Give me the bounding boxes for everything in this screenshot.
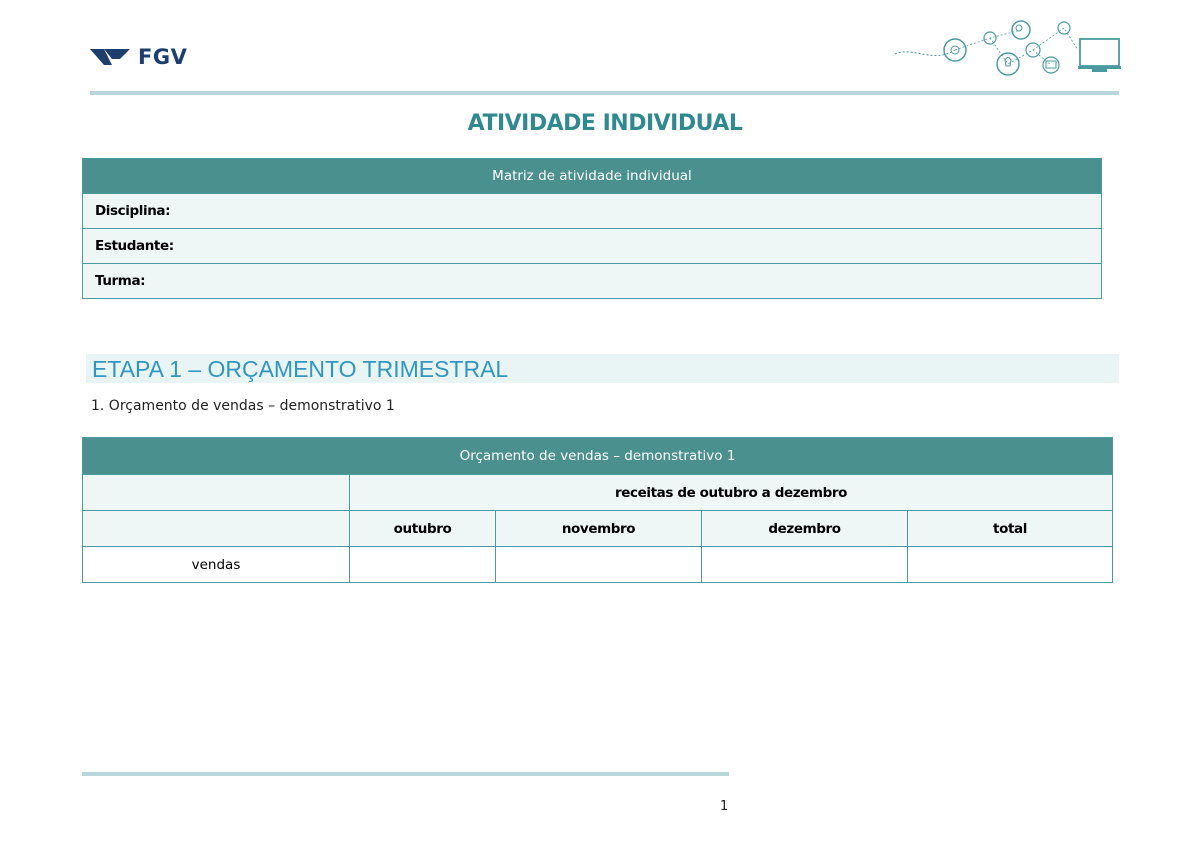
section-heading: ETAPA 1 – ORÇAMENTO TRIMESTRAL — [92, 356, 509, 382]
table-cell-empty — [82, 510, 350, 547]
fgv-logo-icon — [90, 49, 130, 65]
column-header-outubro: outubro — [349, 510, 496, 547]
table-cell-empty — [82, 474, 350, 511]
field-disciplina[interactable]: Disciplina: — [82, 193, 1102, 229]
logo-text: FGV — [138, 45, 188, 69]
fgv-logo: FGV — [90, 44, 190, 70]
matrix-table: Matriz de atividade individual Disciplin… — [82, 158, 1102, 299]
cell-total[interactable] — [906, 546, 1114, 583]
page-number: 1 — [720, 799, 729, 814]
section-heading-band: ETAPA 1 – ORÇAMENTO TRIMESTRAL — [86, 354, 1119, 383]
column-header-dezembro: dezembro — [701, 510, 908, 547]
matrix-heading: Matriz de atividade individual — [82, 158, 1102, 194]
header-divider — [90, 91, 1119, 95]
budget-table: Orçamento de vendas – demonstrativo 1 re… — [81, 437, 1114, 583]
field-turma[interactable]: Turma: — [82, 263, 1102, 299]
section-subtitle: 1. Orçamento de vendas – demonstrativo 1 — [91, 398, 395, 414]
group-label: receitas de outubro a dezembro — [348, 474, 1114, 511]
column-header-novembro: novembro — [495, 510, 702, 547]
footer-divider — [82, 772, 729, 776]
page-title: ATIVIDADE INDIVIDUAL — [467, 111, 743, 136]
row-label-vendas: vendas — [82, 546, 350, 583]
cell-outubro[interactable] — [349, 546, 496, 583]
budget-heading: Orçamento de vendas – demonstrativo 1 — [81, 437, 1114, 475]
tech-decoration-icon — [894, 20, 1121, 76]
cell-novembro[interactable] — [495, 546, 702, 583]
column-header-total: total — [906, 510, 1114, 547]
field-estudante[interactable]: Estudante: — [82, 228, 1102, 264]
cell-dezembro[interactable] — [701, 546, 908, 583]
